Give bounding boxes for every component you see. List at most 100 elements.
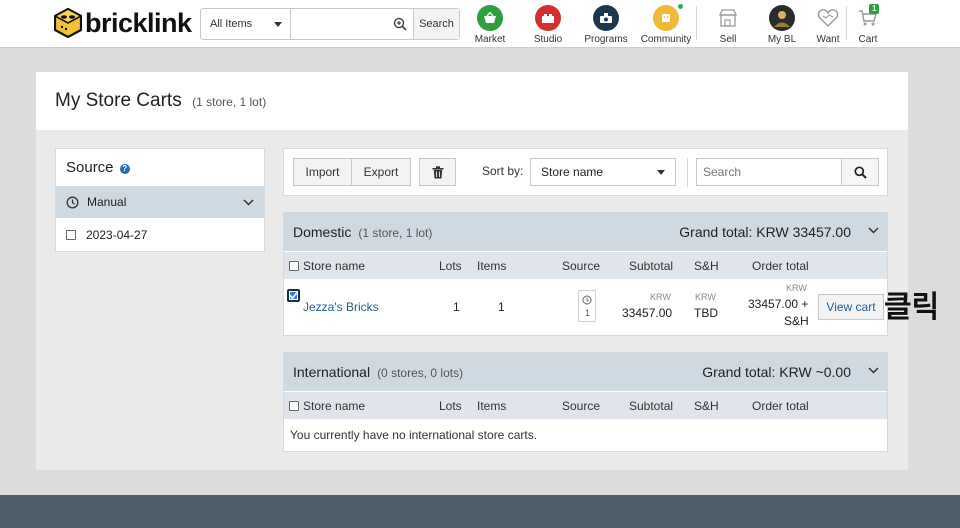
nav-sell[interactable]: Sell xyxy=(698,5,758,45)
international-section: International (0 stores, 0 lots) Grand to… xyxy=(283,352,888,452)
nav-sell-label: Sell xyxy=(719,34,737,45)
international-subtitle: (0 stores, 0 lots) xyxy=(377,366,464,380)
search-category-value: All Items xyxy=(210,18,253,30)
domestic-header[interactable]: Domestic (1 store, 1 lot) Grand total: KR… xyxy=(284,213,887,251)
nav-programs-label: Programs xyxy=(584,34,628,45)
sort-by-select[interactable]: Store name xyxy=(530,158,676,186)
search-button[interactable]: Search xyxy=(413,9,459,39)
toolbar-divider xyxy=(687,158,688,187)
source-date-label: 2023-04-27 xyxy=(86,227,148,242)
row-lots: 1 xyxy=(453,300,460,314)
col-order-total: Order total xyxy=(752,399,809,413)
nav-my-bl-label: My BL xyxy=(767,34,797,45)
search-category-select[interactable]: All Items xyxy=(201,9,291,39)
nav-cart-label: Cart xyxy=(858,34,878,45)
col-items: Items xyxy=(477,259,507,273)
store-icon xyxy=(715,5,741,31)
col-source: Source xyxy=(562,399,601,413)
chevron-down-icon[interactable] xyxy=(868,227,879,234)
store-name-link[interactable]: Jezza's Bricks xyxy=(303,300,379,314)
nav-market-label: Market xyxy=(474,34,506,45)
international-grand-total: Grand total: KRW ~0.00 xyxy=(702,364,851,380)
top-header: bricklink All Items Search Market Studio xyxy=(0,0,960,48)
domestic-subtitle: (1 store, 1 lot) xyxy=(358,226,433,240)
clock-icon xyxy=(582,295,592,305)
nav-studio[interactable]: Studio xyxy=(518,5,578,45)
source-date-checkbox[interactable] xyxy=(66,229,76,240)
col-sh: S&H xyxy=(694,259,719,273)
domestic-column-header: Store name Lots Items Source Subtotal S&… xyxy=(284,251,887,279)
avatar xyxy=(769,5,795,31)
chevron-down-icon[interactable] xyxy=(868,367,879,374)
empty-message: You currently have no international stor… xyxy=(284,419,887,451)
source-heading: Source ? xyxy=(56,149,264,186)
import-button[interactable]: Import xyxy=(293,158,352,186)
domestic-title: Domestic xyxy=(293,224,352,240)
nav-market[interactable]: Market xyxy=(460,5,520,45)
col-items: Items xyxy=(477,399,507,413)
nav-community[interactable]: Community xyxy=(636,4,696,45)
nav-cart[interactable]: 1 Cart xyxy=(838,4,898,45)
row-select-checkbox[interactable] xyxy=(287,289,300,302)
row-order-total: 33457.00 + xyxy=(748,297,809,311)
clock-icon xyxy=(66,196,79,208)
international-column-header: Store name Lots Items Source Subtotal S&… xyxy=(284,391,887,419)
international-title: International xyxy=(293,364,371,380)
nav-want-label: Want xyxy=(816,34,840,45)
table-row: Jezza's Bricks 1 1 1 KRW 33457.00 KRW TB… xyxy=(284,279,887,335)
bricklink-logo[interactable]: bricklink xyxy=(54,6,192,40)
sort-by-label: Sort by: xyxy=(482,164,524,178)
source-badge[interactable]: 1 xyxy=(578,290,596,322)
col-lots: Lots xyxy=(439,259,462,273)
brick-logo-icon xyxy=(54,8,82,38)
order-currency: KRW xyxy=(786,283,807,293)
col-store-name: Store name xyxy=(303,259,366,273)
source-date-option[interactable]: 2023-04-27 xyxy=(56,218,264,251)
cart-toolbar: Import Export Sort by: Store name Search xyxy=(283,148,888,196)
domestic-title-wrap: Domestic (1 store, 1 lot) xyxy=(293,224,432,240)
row-items: 1 xyxy=(498,300,505,314)
nav-divider xyxy=(696,6,697,40)
source-count: 1 xyxy=(585,308,591,318)
cart-search-button[interactable] xyxy=(841,158,879,186)
col-subtotal: Subtotal xyxy=(629,259,674,273)
zoom-in-icon[interactable] xyxy=(393,17,407,31)
col-subtotal: Subtotal xyxy=(629,399,674,413)
global-search-bar: All Items Search xyxy=(200,8,460,40)
programs-icon xyxy=(593,5,619,31)
cart-count-badge: 1 xyxy=(869,4,880,14)
click-annotation: 클릭 xyxy=(884,291,940,324)
brick-icon xyxy=(535,5,561,31)
basket-icon xyxy=(477,5,503,31)
export-button[interactable]: Export xyxy=(351,158,411,186)
row-order-sh: S&H xyxy=(784,314,809,328)
help-icon[interactable]: ? xyxy=(119,164,130,174)
nav-programs[interactable]: Programs xyxy=(576,5,636,45)
col-sh: S&H xyxy=(694,399,719,413)
checkmark-icon xyxy=(289,291,298,300)
nav-community-label: Community xyxy=(640,34,692,45)
caret-down-icon xyxy=(657,169,665,175)
notification-dot xyxy=(678,4,683,9)
community-icon xyxy=(653,4,683,31)
trash-icon xyxy=(432,165,443,178)
col-lots: Lots xyxy=(439,399,462,413)
select-all-checkbox[interactable] xyxy=(289,261,299,271)
nav-studio-label: Studio xyxy=(533,34,563,45)
search-icon xyxy=(853,165,867,179)
row-subtotal: 33457.00 xyxy=(622,306,673,320)
source-title: Source xyxy=(66,159,114,176)
international-header[interactable]: International (0 stores, 0 lots) Grand to… xyxy=(284,353,887,391)
search-input[interactable] xyxy=(291,9,413,39)
view-cart-button[interactable]: View cart xyxy=(818,294,884,320)
delete-button[interactable] xyxy=(419,158,456,186)
sh-currency: KRW xyxy=(695,292,716,302)
chevron-down-icon[interactable] xyxy=(243,198,254,206)
international-title-wrap: International (0 stores, 0 lots) xyxy=(293,364,463,380)
cart-search-input[interactable]: Search xyxy=(696,158,842,186)
domestic-section: Domestic (1 store, 1 lot) Grand total: KR… xyxy=(283,212,888,336)
select-all-checkbox[interactable] xyxy=(289,401,299,411)
sort-by-value: Store name xyxy=(541,165,604,179)
page-footer xyxy=(0,495,960,528)
source-manual-group[interactable]: Manual xyxy=(56,186,264,218)
